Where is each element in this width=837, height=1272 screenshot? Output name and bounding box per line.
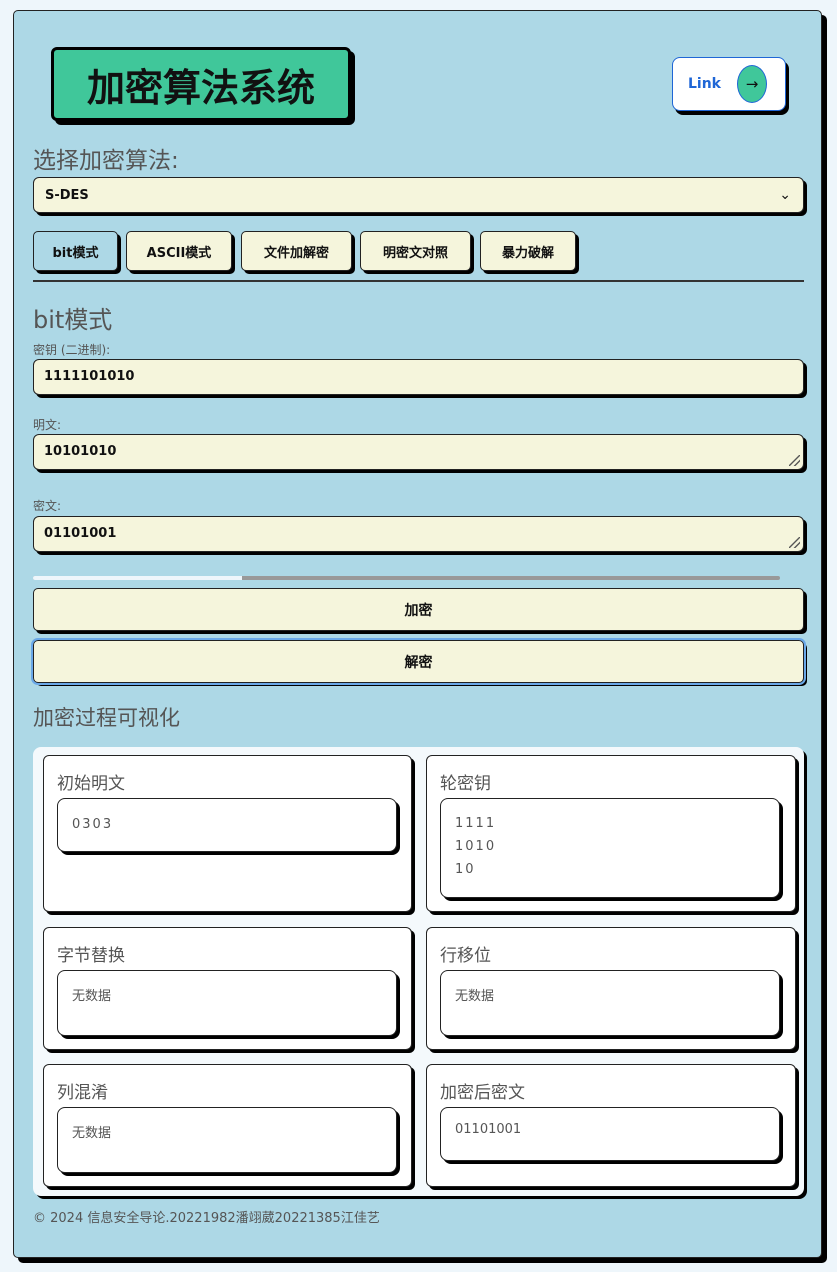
- app-title: 加密算法系统: [51, 47, 351, 121]
- card-value: 无数据: [440, 970, 780, 1036]
- encrypt-button[interactable]: 加密: [33, 588, 804, 631]
- card-shift-rows: 行移位 无数据: [426, 927, 796, 1050]
- plaintext-label: 明文:: [33, 418, 62, 432]
- card-sub-bytes: 字节替换 无数据: [43, 927, 412, 1050]
- decrypt-button[interactable]: 解密: [31, 638, 806, 685]
- card-value: 01101001: [440, 1107, 780, 1161]
- ciphertext-value: 01101001: [44, 526, 117, 541]
- chevron-down-icon: ⌄: [779, 187, 791, 203]
- card-initial-plaintext: 初始明文 0303: [43, 755, 412, 912]
- card-round-key: 轮密钥 1111 1010 10: [426, 755, 796, 912]
- algorithm-select[interactable]: S-DES ⌄: [33, 177, 804, 213]
- key-input[interactable]: 1111101010: [33, 359, 804, 395]
- tab-plain-cipher-compare[interactable]: 明密文对照: [360, 231, 471, 271]
- resize-grip-icon[interactable]: [789, 537, 800, 548]
- algorithm-selected-value: S-DES: [45, 187, 89, 203]
- plaintext-value: 10101010: [44, 444, 117, 459]
- tab-ascii-mode[interactable]: ASCII模式: [126, 231, 232, 271]
- key-label: 密钥 (二进制):: [33, 343, 111, 357]
- tab-bit-mode[interactable]: bit模式: [33, 231, 118, 271]
- card-label: 行移位: [440, 946, 491, 966]
- card-value: 0303: [57, 798, 397, 852]
- visualization-panel: 初始明文 0303 轮密钥 1111 1010 10 字节替换 无数据 行移位 …: [33, 747, 804, 1196]
- app-container: 加密算法系统 Link → 选择加密算法: S-DES ⌄ bit模式 ASCI…: [13, 10, 822, 1258]
- section-title: bit模式: [33, 306, 113, 334]
- tab-brute-force[interactable]: 暴力破解: [480, 231, 576, 271]
- plaintext-textarea[interactable]: 10101010: [33, 434, 804, 470]
- card-final-ciphertext: 加密后密文 01101001: [426, 1064, 796, 1187]
- card-value: 1111 1010 10: [440, 798, 780, 898]
- card-label: 列混淆: [57, 1083, 108, 1103]
- card-value: 无数据: [57, 1107, 397, 1173]
- link-button-label: Link: [688, 76, 721, 92]
- ciphertext-textarea[interactable]: 01101001: [33, 516, 804, 552]
- ciphertext-label: 密文:: [33, 499, 62, 513]
- progress-fill: [33, 576, 243, 580]
- resize-grip-icon[interactable]: [789, 455, 800, 466]
- progress-bar: [33, 576, 780, 580]
- card-mix-columns: 列混淆 无数据: [43, 1064, 412, 1187]
- card-label: 轮密钥: [440, 774, 491, 794]
- tab-file-encryption[interactable]: 文件加解密: [241, 231, 352, 271]
- arrow-right-icon: →: [737, 65, 767, 103]
- card-value: 无数据: [57, 970, 397, 1036]
- algorithm-label: 选择加密算法:: [33, 148, 179, 174]
- card-label: 字节替换: [57, 946, 125, 966]
- divider: [33, 280, 804, 282]
- footer-text: © 2024 信息安全导论.20221982潘翊葳20221385江佳艺: [33, 1211, 380, 1226]
- visualization-title: 加密过程可视化: [33, 706, 180, 730]
- card-label: 加密后密文: [440, 1083, 525, 1103]
- link-button[interactable]: Link →: [672, 57, 786, 111]
- card-label: 初始明文: [57, 774, 125, 794]
